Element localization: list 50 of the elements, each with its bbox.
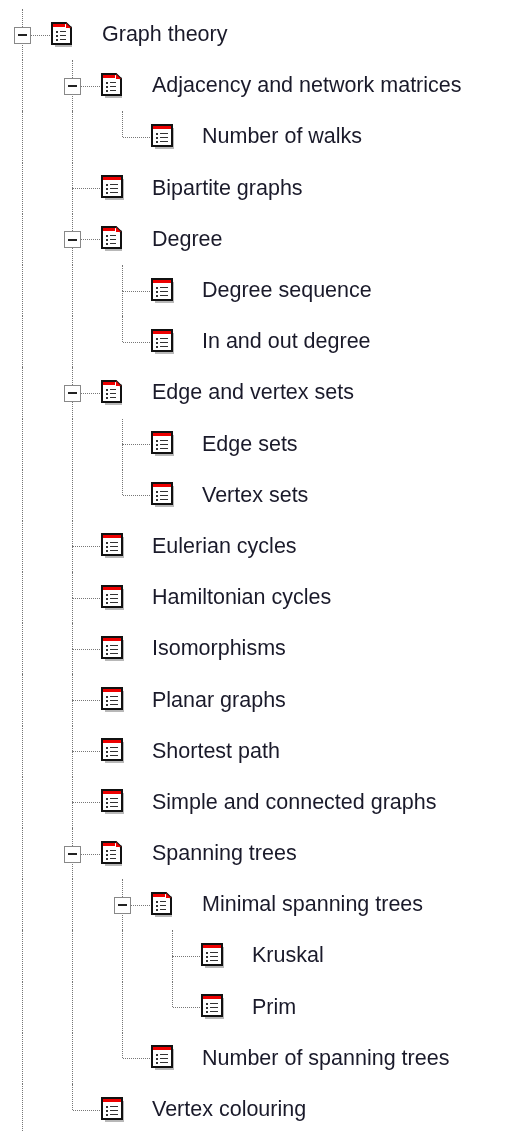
tree-item[interactable]: Adjacency and network matrices [152, 73, 462, 99]
tree-item[interactable]: Spanning trees [152, 841, 297, 867]
tree-item[interactable]: Simple and connected graphs [152, 789, 437, 815]
table-icon [101, 175, 125, 202]
tree-item[interactable]: Isomorphisms [152, 636, 286, 662]
tree-item[interactable]: Number of walks [202, 124, 363, 150]
expand-toggle[interactable] [64, 384, 81, 402]
document-icon [101, 379, 125, 406]
table-icon [151, 277, 175, 304]
expand-toggle[interactable] [64, 845, 81, 863]
tree-item[interactable]: Hamiltonian cycles [152, 585, 332, 611]
tree-item[interactable]: Shortest path [152, 738, 280, 764]
table-icon [101, 584, 125, 611]
tree-item[interactable]: Degree sequence [202, 278, 372, 304]
tree-item[interactable]: Kruskal [252, 943, 324, 969]
expand-toggle[interactable] [14, 26, 31, 44]
document-icon [101, 72, 125, 99]
tree-item[interactable]: Degree [152, 226, 223, 252]
tree-item[interactable]: Edge sets [202, 431, 298, 457]
table-icon [101, 635, 125, 662]
expand-toggle[interactable] [64, 77, 81, 95]
expand-toggle[interactable] [64, 231, 81, 249]
tree-item[interactable]: Planar graphs [152, 687, 286, 713]
table-icon [201, 994, 225, 1021]
document-icon [101, 226, 125, 253]
document-icon [101, 840, 125, 867]
tree-item[interactable]: Vertex sets [202, 482, 309, 508]
tree-item[interactable]: Vertex colouring [152, 1097, 307, 1123]
table-icon [101, 1096, 125, 1123]
table-icon [151, 328, 175, 355]
table-icon [151, 431, 175, 458]
table-icon [151, 482, 175, 509]
tree-item[interactable]: Bipartite graphs [152, 175, 303, 201]
tree-item[interactable]: Edge and vertex sets [152, 380, 354, 406]
tree-item[interactable]: Minimal spanning trees [202, 892, 424, 918]
tree-item[interactable]: In and out degree [202, 329, 371, 355]
tree-item[interactable]: Eulerian cycles [152, 533, 297, 559]
table-icon [101, 687, 125, 714]
document-icon [151, 891, 175, 918]
table-icon [101, 738, 125, 765]
document-icon [51, 21, 75, 48]
tree-item[interactable]: Prim [252, 994, 297, 1020]
table-icon [101, 533, 125, 560]
tree-item[interactable]: Graph theory [102, 22, 228, 48]
table-icon [151, 1045, 175, 1072]
table-icon [201, 942, 225, 969]
expand-toggle[interactable] [114, 896, 131, 914]
table-icon [101, 789, 125, 816]
tree-item[interactable]: Number of spanning trees [202, 1045, 450, 1071]
table-icon [151, 123, 175, 150]
